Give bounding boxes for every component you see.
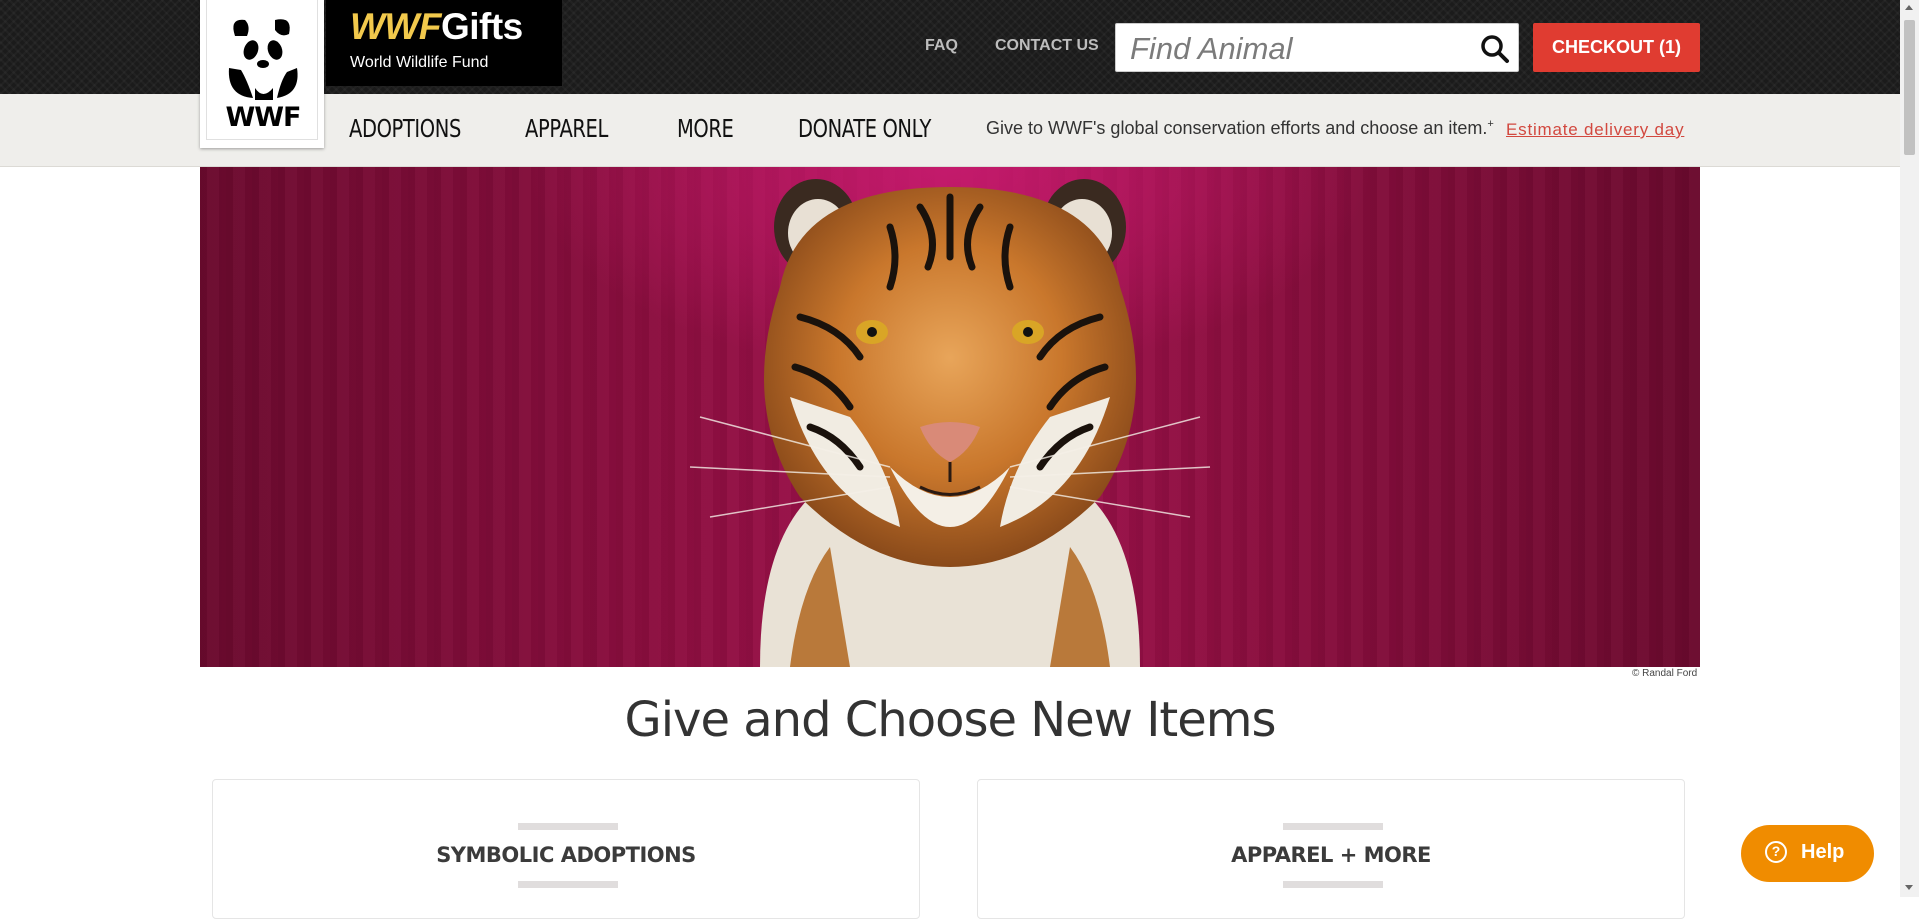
help-label: Help [1801, 841, 1845, 863]
checkout-button[interactable]: CHECKOUT (1) [1533, 23, 1700, 72]
question-icon: ? [1765, 841, 1787, 863]
promo-footnote-mark: + [1487, 118, 1494, 130]
panda-icon [228, 19, 298, 100]
scroll-thumb[interactable] [1904, 20, 1915, 155]
card-title: APPAREL + MORE [1231, 843, 1431, 867]
card-divider-top [1283, 823, 1383, 830]
contact-us-link[interactable]: CONTACT US [995, 37, 1099, 55]
nav-donate-only[interactable]: DONATE ONLY [798, 114, 931, 143]
search-button[interactable] [1480, 34, 1510, 64]
scroll-up-arrow-icon[interactable] [1905, 5, 1913, 10]
nav-adoptions[interactable]: ADOPTIONS [349, 114, 461, 143]
photo-credit: © Randal Ford [1632, 668, 1698, 679]
brand-block[interactable]: WWFGifts World Wildlife Fund [326, 0, 562, 86]
search-box [1115, 23, 1519, 73]
card-divider-top [518, 823, 618, 830]
search-input[interactable] [1128, 24, 1472, 73]
help-button[interactable]: ? Help [1741, 825, 1874, 882]
brand-subtitle: World Wildlife Fund [350, 54, 489, 71]
brand-title-gifts: Gifts [440, 6, 523, 47]
card-divider-bottom [1283, 881, 1383, 888]
faq-link[interactable]: FAQ [925, 37, 958, 55]
wwf-logo[interactable]: WWF [200, 0, 324, 148]
card-divider-bottom [518, 881, 618, 888]
brand-title-wwf: WWF [350, 6, 441, 47]
logo-text: WWF [225, 102, 301, 133]
promo-text: Give to WWF's global conservation effort… [986, 118, 1494, 139]
promo-message: Give to WWF's global conservation effort… [986, 118, 1488, 138]
hero-banner [200, 167, 1700, 667]
card-symbolic-adoptions[interactable]: SYMBOLIC ADOPTIONS [212, 779, 920, 919]
logo-frame: WWF [206, 0, 318, 140]
card-apparel-more[interactable]: APPAREL + MORE [977, 779, 1685, 919]
brand-title: WWFGifts [350, 6, 523, 48]
card-title: SYMBOLIC ADOPTIONS [436, 843, 696, 867]
scroll-down-arrow-icon[interactable] [1905, 885, 1913, 890]
tiger-image [689, 179, 1211, 667]
estimate-delivery-link[interactable]: Estimate delivery day [1506, 120, 1684, 140]
nav-more[interactable]: MORE [677, 114, 734, 143]
nav-apparel[interactable]: APPAREL [525, 114, 608, 143]
search-icon [1481, 35, 1509, 63]
section-title: Give and Choose New Items [624, 692, 1277, 748]
vertical-scrollbar[interactable] [1900, 0, 1919, 897]
